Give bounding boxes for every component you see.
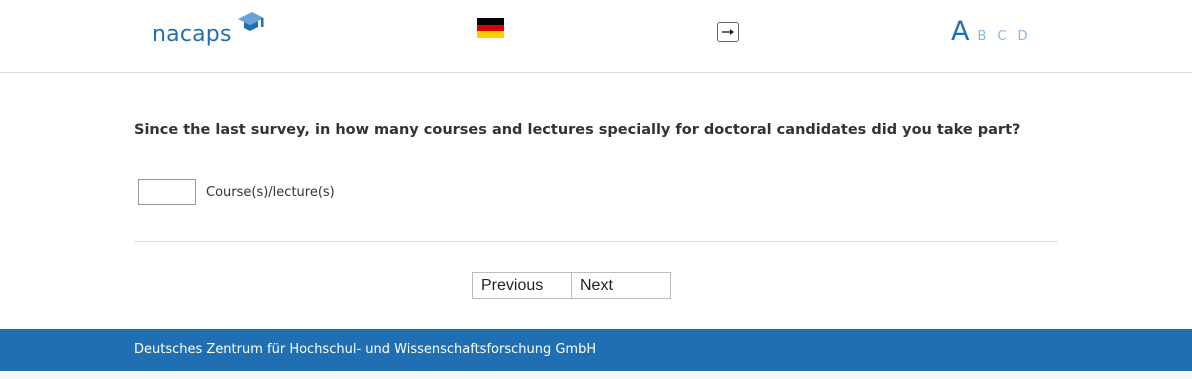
- logo-text: nacaps: [152, 22, 232, 47]
- font-size-c[interactable]: C: [997, 29, 1006, 44]
- graduation-cap-icon: [236, 12, 266, 40]
- footer-text: Deutsches Zentrum für Hochschul- und Wis…: [134, 342, 597, 357]
- footer: Deutsches Zentrum für Hochschul- und Wis…: [0, 329, 1192, 371]
- previous-button[interactable]: Previous: [472, 272, 572, 299]
- font-size-b[interactable]: B: [977, 29, 986, 44]
- course-count-label: Course(s)/lecture(s): [206, 184, 335, 200]
- font-size-d[interactable]: D: [1017, 29, 1027, 44]
- font-size-a[interactable]: A: [951, 16, 969, 47]
- navigation: Previous Next: [472, 272, 671, 299]
- arrow-right-icon: [722, 29, 734, 35]
- course-count-input[interactable]: [138, 179, 196, 205]
- exit-survey-button[interactable]: [717, 22, 739, 42]
- header: nacaps A B C D: [0, 0, 1192, 73]
- next-button[interactable]: Next: [572, 272, 671, 299]
- question-text: Since the last survey, in how many cours…: [134, 122, 1021, 138]
- font-size-selector: A B C D: [951, 16, 1039, 48]
- bottom-strip: [0, 371, 1192, 379]
- divider: [134, 241, 1058, 242]
- german-flag-icon[interactable]: [477, 18, 504, 38]
- answer-row: Course(s)/lecture(s): [138, 178, 335, 206]
